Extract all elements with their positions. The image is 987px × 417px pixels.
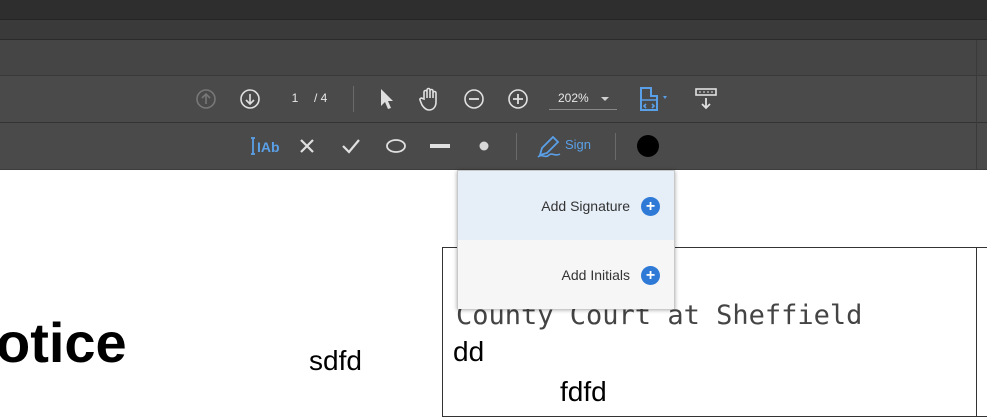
document-text-field[interactable]: dd xyxy=(453,336,484,368)
add-text-icon[interactable]: IAb xyxy=(251,136,279,156)
sign-dropdown-menu: Add Signature + Add Initials + xyxy=(457,170,675,309)
toolbar-separator xyxy=(353,86,354,112)
navigation-toolbar xyxy=(0,75,987,123)
page-total-label: / 4 xyxy=(314,91,328,105)
plus-circle-icon: + xyxy=(641,197,660,216)
previous-page-icon[interactable] xyxy=(195,88,217,110)
select-cursor-icon[interactable] xyxy=(378,87,396,111)
toolbar-separator xyxy=(615,133,616,160)
title-bar xyxy=(0,0,987,19)
document-text-field[interactable]: fdfd xyxy=(560,376,607,408)
fill-and-sign-toolbar xyxy=(0,123,987,170)
add-text-label: IAb xyxy=(257,139,279,155)
checkmark-icon[interactable] xyxy=(341,137,361,155)
chevron-down-icon xyxy=(601,97,609,101)
next-page-icon[interactable] xyxy=(239,88,261,110)
zoom-level-value: 202% xyxy=(558,91,589,105)
signature-color-swatch[interactable] xyxy=(637,135,659,157)
scroll-mode-icon[interactable] xyxy=(694,87,718,111)
cross-mark-icon[interactable] xyxy=(298,137,316,155)
plus-circle-icon: + xyxy=(641,266,660,285)
table-divider xyxy=(976,247,977,417)
add-initials-item[interactable]: Add Initials + xyxy=(458,240,674,309)
hand-tool-icon[interactable] xyxy=(418,86,442,112)
sign-pen-icon[interactable] xyxy=(536,135,562,159)
zoom-level-dropdown[interactable]: 202% xyxy=(549,88,617,110)
line-shape-icon[interactable] xyxy=(429,144,451,148)
dot-shape-icon[interactable] xyxy=(478,140,490,152)
page-number-input[interactable]: 1 xyxy=(284,89,306,107)
fit-page-icon[interactable] xyxy=(638,86,672,112)
add-initials-label: Add Initials xyxy=(561,267,630,283)
toolbar-separator xyxy=(516,133,517,160)
menu-bar xyxy=(0,19,987,39)
zoom-out-icon[interactable] xyxy=(463,88,485,110)
zoom-in-icon[interactable] xyxy=(507,88,529,110)
circle-shape-icon[interactable] xyxy=(384,138,408,154)
add-signature-label: Add Signature xyxy=(541,198,630,214)
document-text-field[interactable]: sdfd xyxy=(309,345,362,377)
tool-header xyxy=(0,40,987,75)
sign-button[interactable]: Sign xyxy=(565,137,591,152)
panel-edge xyxy=(976,40,977,170)
document-heading: otice xyxy=(0,311,127,374)
add-signature-item[interactable]: Add Signature + xyxy=(458,171,674,240)
